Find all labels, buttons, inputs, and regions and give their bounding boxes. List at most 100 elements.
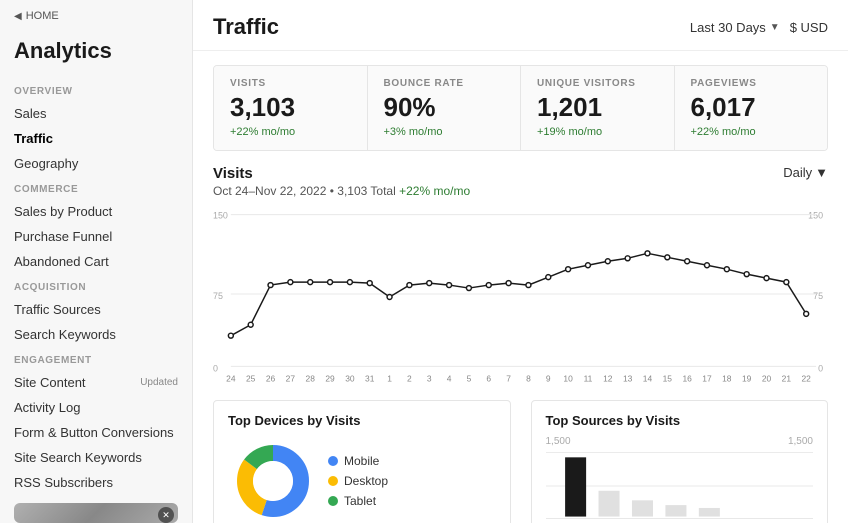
svg-text:24: 24 (226, 373, 236, 383)
home-link[interactable]: ◀ HOME (0, 0, 192, 30)
sidebar-item-search-keywords[interactable]: Search Keywords (0, 322, 192, 347)
sidebar-item-label: RSS Subscribers (14, 475, 113, 490)
chart-dot (546, 274, 551, 279)
stat-value-1: 90% (384, 93, 505, 122)
bar-4 (665, 505, 686, 516)
sidebar-item-purchase-funnel[interactable]: Purchase Funnel (0, 224, 192, 249)
stat-change-2: +19% mo/mo (537, 126, 658, 138)
visits-line (231, 253, 806, 335)
chart-title: Visits (213, 165, 470, 182)
interval-chevron-icon: ▼ (815, 165, 828, 180)
svg-text:28: 28 (306, 373, 316, 383)
sidebar-item-traffic[interactable]: Traffic (0, 126, 192, 151)
svg-text:30: 30 (345, 373, 355, 383)
chart-dot (764, 275, 769, 280)
stat-change-3: +22% mo/mo (691, 126, 812, 138)
chart-dot (625, 255, 630, 260)
sidebar-item-label: Form & Button Conversions (14, 425, 174, 440)
sources-title: Top Sources by Visits (546, 413, 814, 428)
svg-text:3: 3 (427, 373, 432, 383)
stat-card-1: BOUNCE RATE 90% +3% mo/mo (368, 66, 522, 150)
chart-dot (387, 294, 392, 299)
sidebar-item-site-search[interactable]: Site Search Keywords (0, 445, 192, 470)
chart-date-range: Oct 24–Nov 22, 2022 • 3,103 Total (213, 184, 396, 198)
stat-label-3: PAGEVIEWS (691, 78, 812, 89)
stat-label-2: UNIQUE VISITORS (537, 78, 658, 89)
sidebar-item-label: Search Keywords (14, 327, 116, 342)
chart-title-group: Visits Oct 24–Nov 22, 2022 • 3,103 Total… (213, 165, 470, 198)
sidebar-item-sales[interactable]: Sales (0, 101, 192, 126)
sidebar-item-activity-log[interactable]: Activity Log (0, 395, 192, 420)
sidebar-title: Analytics (0, 30, 192, 78)
svg-text:8: 8 (526, 373, 531, 383)
bar-3 (631, 500, 652, 516)
svg-text:26: 26 (266, 373, 276, 383)
sidebar-item-geography[interactable]: Geography (0, 151, 192, 176)
chart-subtitle: Oct 24–Nov 22, 2022 • 3,103 Total +22% m… (213, 184, 470, 198)
stat-change-0: +22% mo/mo (230, 126, 351, 138)
sources-bar-chart (546, 451, 814, 521)
devices-card: Top Devices by Visits (213, 400, 511, 523)
svg-text:17: 17 (702, 373, 712, 383)
page-title: Traffic (213, 14, 279, 40)
date-range-label: Last 30 Days (690, 20, 766, 35)
sidebar-item-badge: Updated (140, 377, 178, 388)
sidebar-item-label: Traffic Sources (14, 302, 101, 317)
devices-title: Top Devices by Visits (228, 413, 496, 428)
donut-chart (228, 436, 318, 523)
bar-5 (698, 508, 719, 517)
svg-text:14: 14 (643, 373, 653, 383)
chart-dot (705, 262, 710, 267)
chart-dot (308, 279, 313, 284)
main-header: Traffic Last 30 Days ▼ $ USD (193, 0, 848, 51)
desktop-dot (328, 476, 338, 486)
sidebar-item-label: Sales (14, 106, 47, 121)
donut-inner (253, 461, 293, 501)
svg-text:16: 16 (682, 373, 692, 383)
sources-bar-area (546, 451, 814, 521)
stats-row: VISITS 3,103 +22% mo/mo BOUNCE RATE 90% … (213, 65, 828, 151)
chart-dot (367, 280, 372, 285)
chart-dot (645, 250, 650, 255)
chart-dot (447, 282, 452, 287)
sidebar-item-label: Abandoned Cart (14, 254, 109, 269)
svg-text:13: 13 (623, 373, 633, 383)
svg-text:12: 12 (603, 373, 613, 383)
chart-dot (407, 282, 412, 287)
svg-text:18: 18 (722, 373, 732, 383)
chart-controls[interactable]: Daily ▼ (783, 165, 828, 180)
sources-card: Top Sources by Visits 1,500 1,500 (531, 400, 829, 523)
sidebar-section-label: COMMERCE (0, 176, 192, 199)
sources-y-top: 1,500 (546, 436, 571, 447)
y-label-mid-right: 75 (813, 291, 823, 301)
y-label-top-right: 150 (808, 210, 823, 220)
close-promo-icon[interactable]: ✕ (158, 507, 174, 523)
svg-text:31: 31 (365, 373, 375, 383)
stat-value-0: 3,103 (230, 93, 351, 122)
legend-desktop: Desktop (328, 474, 388, 488)
svg-text:4: 4 (447, 373, 452, 383)
svg-text:15: 15 (663, 373, 673, 383)
stat-label-1: BOUNCE RATE (384, 78, 505, 89)
sidebar-item-sales-by-product[interactable]: Sales by Product (0, 199, 192, 224)
currency-selector[interactable]: $ USD (790, 20, 828, 35)
sidebar-item-site-content[interactable]: Site ContentUpdated (0, 370, 192, 395)
sidebar-item-label: Sales by Product (14, 204, 112, 219)
legend-mobile: Mobile (328, 454, 388, 468)
svg-text:20: 20 (762, 373, 772, 383)
sidebar-item-traffic-sources[interactable]: Traffic Sources (0, 297, 192, 322)
svg-text:19: 19 (742, 373, 752, 383)
sidebar-item-form-button[interactable]: Form & Button Conversions (0, 420, 192, 445)
chart-dot (466, 285, 471, 290)
svg-text:9: 9 (546, 373, 551, 383)
chart-interval-selector[interactable]: Daily ▼ (783, 165, 828, 180)
tablet-dot (328, 496, 338, 506)
sidebar-sections: OVERVIEWSalesTrafficGeographyCOMMERCESal… (0, 78, 192, 495)
stat-card-3: PAGEVIEWS 6,017 +22% mo/mo (675, 66, 828, 150)
chart-dot (605, 258, 610, 263)
svg-text:22: 22 (801, 373, 811, 383)
chart-dot (724, 266, 729, 271)
sidebar-item-rss[interactable]: RSS Subscribers (0, 470, 192, 495)
sidebar-item-abandoned-cart[interactable]: Abandoned Cart (0, 249, 192, 274)
date-range-picker[interactable]: Last 30 Days ▼ (690, 20, 780, 35)
